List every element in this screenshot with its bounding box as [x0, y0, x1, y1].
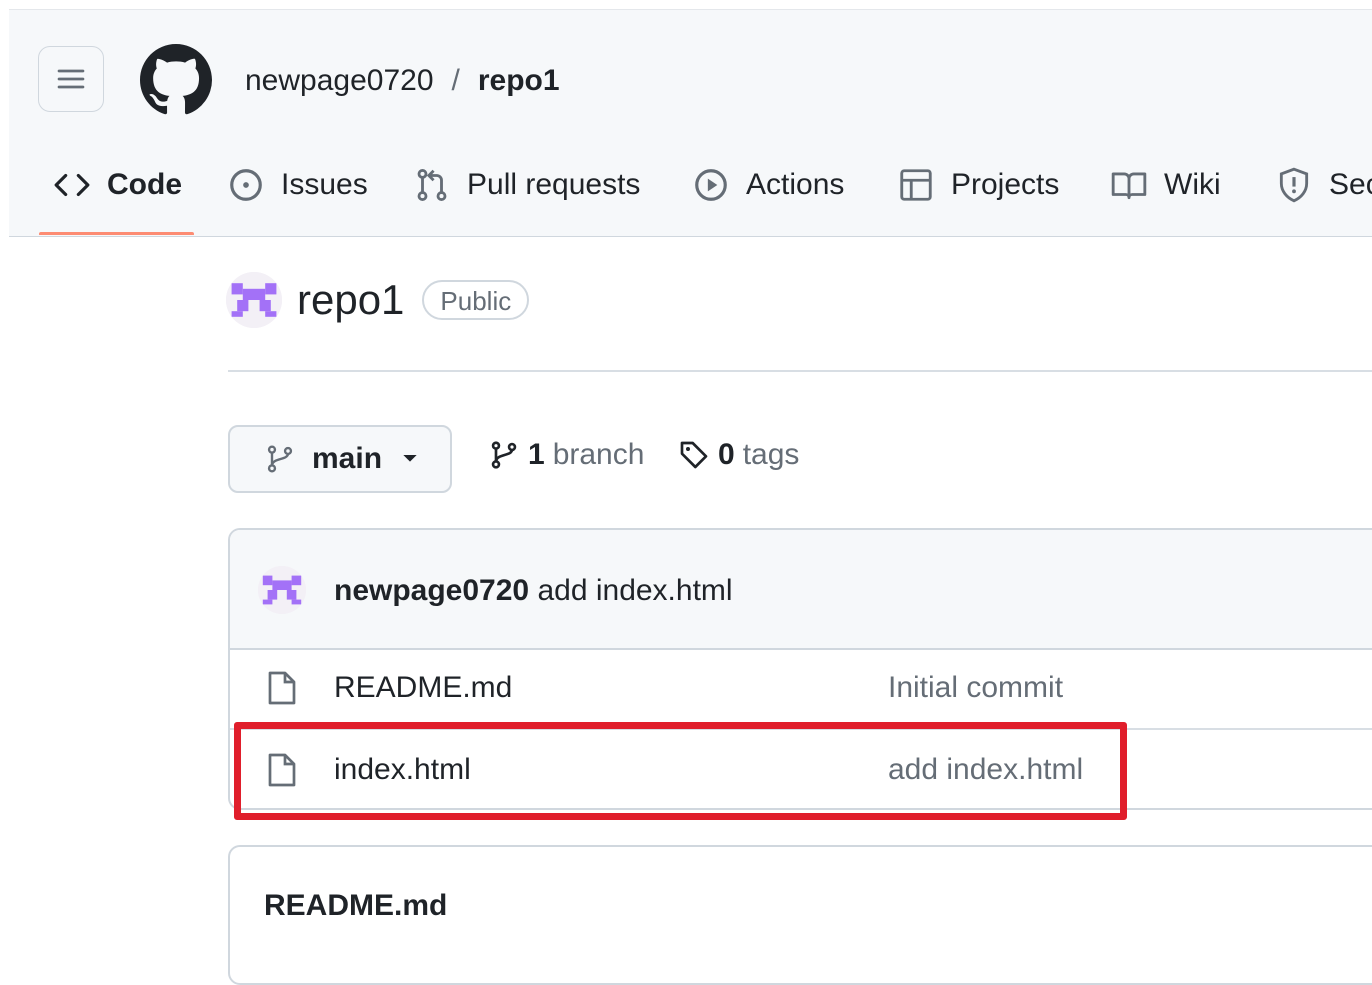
tag-label: tags — [742, 438, 800, 471]
branch-count: 1 — [528, 438, 545, 471]
file-name[interactable]: index.html — [334, 750, 471, 790]
shield-icon — [1279, 167, 1309, 203]
active-tab-indicator — [39, 232, 194, 235]
visibility-badge: Public — [422, 280, 530, 320]
tab-security[interactable]: Sec — [1275, 155, 1372, 215]
repo-title-row: repo1 Public — [226, 272, 530, 328]
git-branch-icon — [491, 441, 517, 469]
latest-commit-bar: newpage0720 add index.html — [230, 530, 1372, 650]
commit-summary: newpage0720 add index.html — [334, 572, 733, 610]
breadcrumb: newpage0720 / repo1 — [245, 62, 560, 100]
file-icon — [268, 671, 296, 705]
tab-label: Projects — [951, 168, 1060, 201]
commit-author-avatar[interactable] — [258, 566, 306, 614]
branch-name: main — [312, 442, 383, 475]
commit-message[interactable]: add index.html — [537, 574, 732, 607]
tab-label: Wiki — [1164, 168, 1221, 201]
tab-code[interactable]: Code — [53, 155, 182, 215]
page-title[interactable]: repo1 — [297, 272, 404, 328]
branches-link[interactable]: 1 branch — [488, 437, 644, 473]
book-icon — [1111, 172, 1147, 200]
identicon-icon — [226, 272, 282, 328]
branch-label: branch — [552, 438, 645, 471]
file-list: newpage0720 add index.html README.md Ini… — [228, 528, 1372, 810]
github-logo-icon[interactable] — [140, 44, 212, 116]
tab-issues[interactable]: Issues — [227, 155, 368, 215]
git-branch-icon — [267, 445, 293, 473]
pull-request-icon — [417, 169, 447, 201]
branch-select-button[interactable]: main — [228, 425, 452, 493]
tab-projects[interactable]: Projects — [897, 155, 1059, 215]
tab-label: Pull requests — [467, 168, 641, 201]
table-icon — [900, 169, 932, 201]
tag-icon — [680, 441, 708, 469]
tab-label: Sec — [1329, 168, 1372, 201]
commit-author[interactable]: newpage0720 — [334, 574, 529, 607]
file-name[interactable]: README.md — [334, 668, 512, 708]
file-icon — [268, 753, 296, 787]
tag-count: 0 — [718, 438, 735, 471]
readme-panel: README.md — [228, 845, 1372, 985]
repo-link[interactable]: repo1 — [478, 62, 560, 100]
tab-label: Actions — [746, 168, 845, 201]
file-commit-message[interactable]: Initial commit — [888, 668, 1063, 708]
divider — [228, 370, 1372, 372]
caret-down-icon — [403, 455, 417, 462]
tab-pull-requests[interactable]: Pull requests — [413, 155, 640, 215]
tab-label: Issues — [281, 168, 368, 201]
play-icon — [695, 169, 727, 201]
issue-icon — [230, 169, 262, 201]
tags-link[interactable]: 0 tags — [678, 437, 799, 473]
table-row[interactable]: index.html add index.html — [230, 730, 1372, 808]
breadcrumb-separator: / — [451, 64, 460, 97]
code-icon — [54, 173, 90, 197]
hamburger-icon — [57, 69, 85, 89]
file-commit-message[interactable]: add index.html — [888, 750, 1083, 790]
menu-button[interactable] — [38, 46, 104, 112]
owner-link[interactable]: newpage0720 — [245, 62, 434, 100]
readme-title[interactable]: README.md — [264, 887, 447, 925]
tab-wiki[interactable]: Wiki — [1110, 155, 1221, 215]
table-row[interactable]: README.md Initial commit — [230, 648, 1372, 730]
repo-nav-tabs: Code Issues Pull requests Actions Projec… — [9, 155, 1372, 235]
avatar[interactable] — [226, 272, 282, 328]
tab-label: Code — [107, 168, 182, 201]
identicon-icon — [258, 566, 306, 614]
tab-actions[interactable]: Actions — [692, 155, 844, 215]
